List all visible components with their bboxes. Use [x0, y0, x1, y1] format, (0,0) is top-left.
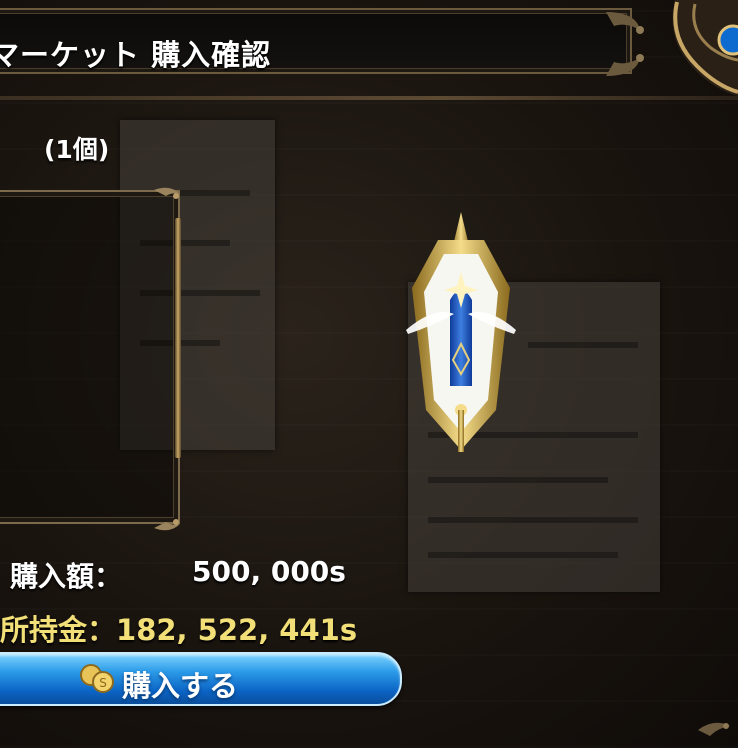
- page-title: マーケット 購入確認: [0, 38, 272, 72]
- header-divider: [0, 96, 738, 100]
- item-quantity: (1個): [44, 135, 110, 164]
- bottom-corner-ornament: [698, 722, 730, 736]
- corner-ornament: [672, 0, 738, 96]
- money-row: 所持金：182, 522, 441s: [0, 607, 357, 649]
- crystal-emblem-icon: [406, 212, 516, 452]
- header-corner-ornament: [606, 12, 644, 76]
- price-label: 購入額：: [10, 560, 123, 593]
- buy-button-label: 購入する: [122, 669, 239, 703]
- frame-corner-ornament: [154, 187, 180, 199]
- money-value: 182, 522, 441s: [116, 613, 358, 647]
- description-scrollbar[interactable]: [175, 218, 181, 458]
- svg-text:S: S: [99, 676, 107, 690]
- price-value: 500, 000s: [192, 555, 346, 588]
- header-bar: マーケット 購入確認: [0, 8, 632, 74]
- frame-corner-ornament: [154, 519, 180, 531]
- money-label: 所持金：: [0, 613, 117, 647]
- buy-button[interactable]: S 購入する: [0, 652, 402, 706]
- item-description-panel: [0, 190, 180, 524]
- coin-icon: S: [80, 664, 114, 693]
